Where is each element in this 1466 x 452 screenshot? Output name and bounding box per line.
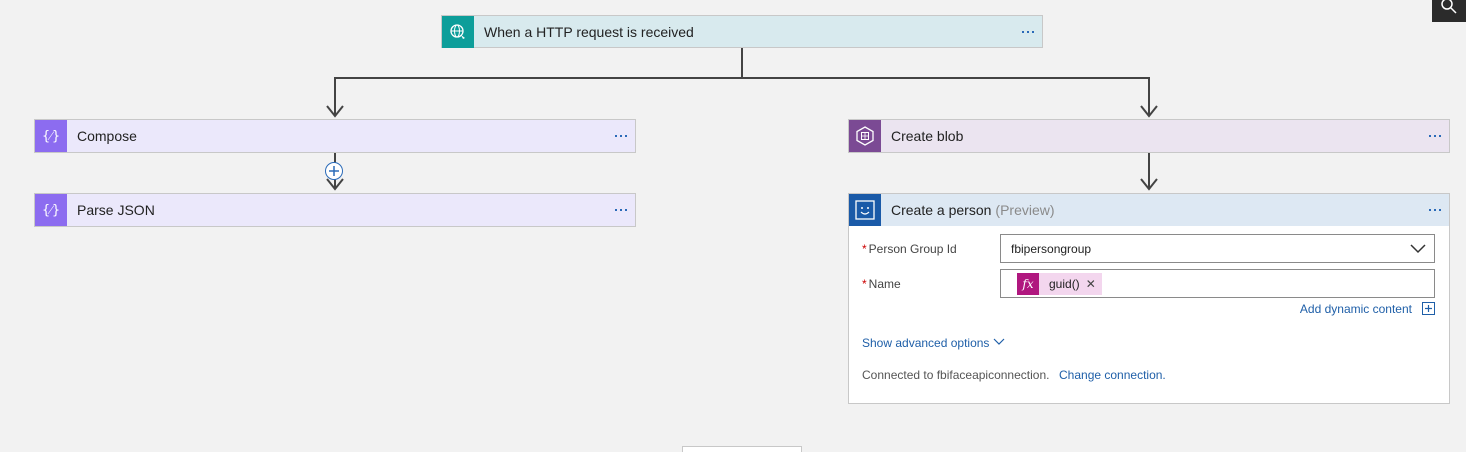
trigger-title: When a HTTP request is received [484, 24, 694, 40]
parse-json-title: Parse JSON [77, 202, 155, 218]
connection-status-text: Connected to fbifaceapiconnection. [862, 368, 1050, 382]
code-braces-icon: {⁄} [42, 203, 60, 218]
add-dynamic-content-button[interactable] [1422, 302, 1435, 315]
trigger-card[interactable]: When a HTTP request is received [441, 15, 1043, 48]
create-person-more-button[interactable] [1429, 194, 1441, 226]
arrow-head-blob [1140, 105, 1158, 118]
function-icon: fx [1017, 273, 1039, 295]
person-group-label-text: Person Group Id [868, 242, 957, 256]
token-remove-icon[interactable]: ✕ [1086, 277, 1096, 291]
preview-tag: (Preview) [995, 202, 1055, 218]
parse-json-icon-box: {⁄} [35, 194, 67, 226]
insert-step-button[interactable] [325, 162, 343, 180]
parse-json-card[interactable]: {⁄} Parse JSON [34, 193, 636, 227]
search-icon [1441, 0, 1457, 14]
person-group-label: * Person Group Id [862, 242, 957, 256]
trigger-icon-box [442, 16, 474, 48]
person-group-value: fbipersongroup [1011, 242, 1092, 256]
create-person-title: Create a person (Preview) [891, 202, 1055, 218]
create-blob-more-button[interactable] [1429, 120, 1441, 152]
expression-token[interactable]: fx guid() ✕ [1017, 273, 1102, 295]
arrow-head-person [1140, 178, 1158, 191]
compose-more-button[interactable] [615, 120, 627, 152]
face-icon-box [849, 194, 881, 226]
compose-icon-box: {⁄} [35, 120, 67, 152]
arrow-head-compose [326, 105, 344, 118]
create-person-card-header[interactable]: Create a person (Preview) [849, 194, 1449, 226]
search-button[interactable] [1432, 0, 1466, 22]
compose-card-header[interactable]: {⁄} Compose [35, 120, 635, 152]
face-icon [855, 200, 875, 220]
plus-icon [1425, 305, 1432, 312]
connector-branch-horizontal [334, 77, 1150, 79]
create-blob-title: Create blob [891, 128, 964, 144]
parse-json-card-header[interactable]: {⁄} Parse JSON [35, 194, 635, 226]
code-braces-icon: {⁄} [42, 129, 60, 144]
name-label: * Name [862, 277, 901, 291]
required-mark: * [862, 277, 867, 291]
blob-icon-box [849, 120, 881, 152]
chevron-down-icon [1410, 244, 1426, 254]
trigger-card-header[interactable]: When a HTTP request is received [442, 16, 1042, 48]
compose-card[interactable]: {⁄} Compose [34, 119, 636, 153]
blob-storage-icon [856, 126, 874, 146]
change-connection-link[interactable]: Change connection. [1059, 368, 1166, 382]
create-blob-card-header[interactable]: Create blob [849, 120, 1449, 152]
connector-trigger-down [741, 48, 743, 79]
compose-title: Compose [77, 128, 137, 144]
create-person-card[interactable]: Create a person (Preview) * Person Group I… [848, 193, 1450, 404]
chevron-down-icon[interactable] [993, 338, 1005, 346]
create-person-title-text: Create a person [891, 202, 992, 218]
required-mark: * [862, 242, 867, 256]
name-label-text: Name [868, 277, 901, 291]
token-label: guid() [1049, 277, 1080, 291]
parse-json-more-button[interactable] [615, 194, 627, 226]
show-advanced-options-link[interactable]: Show advanced options [862, 336, 989, 350]
person-group-select[interactable]: fbipersongroup [1000, 234, 1435, 263]
bottom-action-button[interactable] [682, 446, 802, 452]
name-input[interactable]: fx guid() ✕ [1000, 269, 1435, 298]
create-blob-card[interactable]: Create blob [848, 119, 1450, 153]
globe-icon [450, 24, 465, 39]
plus-icon [329, 166, 339, 176]
add-dynamic-content-link[interactable]: Add dynamic content [1300, 302, 1412, 316]
trigger-more-button[interactable] [1022, 16, 1034, 48]
